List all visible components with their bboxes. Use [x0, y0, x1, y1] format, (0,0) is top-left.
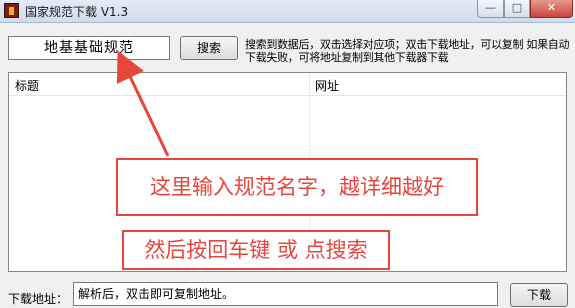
title-bar[interactable]: 国家规范下载 V1.3 — □ ✕: [0, 0, 575, 23]
app-icon: [4, 3, 19, 18]
column-divider[interactable]: [309, 73, 310, 95]
search-button[interactable]: 搜索: [180, 36, 238, 60]
annotation-callout-enter-name: 这里输入规范名字，越详细越好: [116, 158, 478, 216]
column-header-title[interactable]: 标题: [15, 77, 39, 94]
list-header: 标题 网址: [9, 73, 566, 96]
download-url-label: 下载地址：: [8, 292, 69, 306]
download-url-field[interactable]: 解析后，双击即可复制地址。: [73, 282, 498, 306]
minimize-button[interactable]: —: [477, 0, 504, 18]
maximize-button[interactable]: □: [504, 0, 530, 18]
download-button[interactable]: 下载: [510, 283, 568, 307]
window-title: 国家规范下载 V1.3: [25, 5, 129, 19]
annotation-callout-press-search: 然后按回车键 或 点搜索: [122, 230, 390, 270]
main-window: 国家规范下载 V1.3 — □ ✕ 地基基础规范 搜索 搜索到数据后，双击选择对…: [0, 0, 575, 308]
usage-hint: 搜索到数据后，双击选择对应项；双击下载地址，可以复制 如果自动下载失败，可将地址…: [245, 38, 570, 64]
column-header-url[interactable]: 网址: [315, 77, 339, 94]
close-button[interactable]: ✕: [530, 0, 573, 18]
search-input[interactable]: 地基基础规范: [8, 36, 170, 60]
